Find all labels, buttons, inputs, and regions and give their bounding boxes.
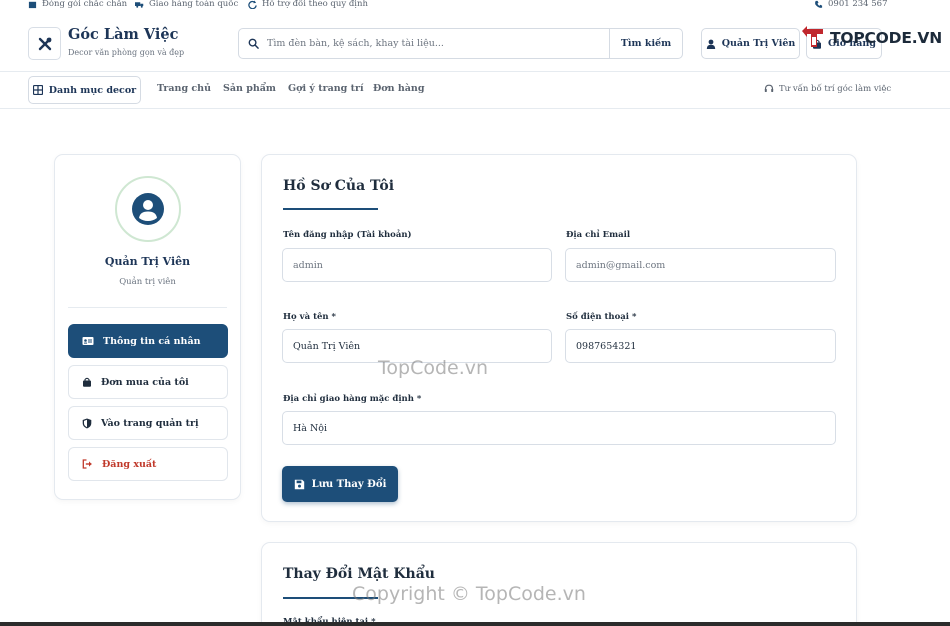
password-title-underline (283, 597, 378, 599)
top-info-bar: Đóng gói chắc chắn Giao hàng toàn quốc H… (0, 0, 950, 14)
save-icon (294, 479, 304, 489)
truck-icon (135, 1, 144, 8)
title-underline (283, 208, 378, 210)
category-menu-button[interactable]: Danh mục decor (28, 76, 141, 104)
sidebar-user-name: Quản Trị Viên (104, 255, 191, 268)
user-icon (706, 39, 715, 49)
logo-box[interactable] (28, 27, 61, 60)
save-changes-button[interactable]: Lưu Thay Đổi (282, 466, 398, 502)
account-button[interactable]: Quản Trị Viên (701, 28, 800, 59)
sidebar-divider (68, 307, 227, 308)
search-button[interactable]: Tìm kiếm (609, 29, 682, 58)
id-card-icon (82, 337, 94, 345)
bottom-edge (0, 622, 950, 626)
headset-icon (764, 84, 774, 92)
password-title: Thay Đổi Mật Khẩu (283, 566, 435, 582)
email-field[interactable] (565, 248, 836, 282)
fullname-field[interactable] (282, 329, 552, 363)
logout-icon (82, 459, 92, 469)
info-shipping: Giao hàng toàn quốc (135, 0, 238, 9)
sidebar-item-orders[interactable]: Đơn mua của tôi (68, 365, 228, 399)
address-field[interactable] (282, 411, 836, 445)
phone-field[interactable] (565, 329, 836, 363)
main-nav: Danh mục decor Trang chủ Sản phẩm Gợi ý … (0, 72, 950, 109)
change-password-card: Thay Đổi Mật Khẩu Mật khẩu hiện tại * (261, 542, 857, 626)
topcode-logo-icon (802, 26, 823, 47)
site-header: Góc Làm Việc Decor văn phòng gọn và đẹp … (0, 14, 950, 72)
search-input[interactable] (267, 29, 609, 58)
sidebar-item-logout[interactable]: Đăng xuất (68, 447, 228, 481)
user-circle-icon (132, 193, 164, 225)
grid-icon (32, 85, 43, 95)
nav-link-decor-ideas[interactable]: Gợi ý trang trí (288, 83, 364, 94)
search-icon (239, 29, 267, 58)
username-field[interactable] (282, 248, 552, 282)
refresh-icon (248, 0, 257, 9)
phone-icon (815, 0, 823, 8)
address-label: Địa chỉ giao hàng mặc định * (283, 394, 422, 404)
tools-icon (38, 37, 51, 50)
username-label: Tên đăng nhập (Tài khoản) (283, 230, 412, 240)
sidebar-item-profile[interactable]: Thông tin cá nhân (68, 324, 228, 358)
email-label: Địa chỉ Email (566, 230, 631, 240)
info-phone[interactable]: 0901 234 567 (814, 0, 887, 9)
info-exchange: Hỗ trợ đổi theo quy định (248, 0, 368, 9)
brand-tagline: Decor văn phòng gọn và đẹp (68, 48, 185, 57)
nav-link-products[interactable]: Sản phẩm (223, 83, 276, 94)
topcode-logo: TOPCODE.VN (801, 25, 942, 51)
profile-card: Hồ Sơ Của Tôi Tên đăng nhập (Tài khoản) … (261, 154, 857, 522)
search-bar: Tìm kiếm (238, 28, 683, 59)
shield-icon (82, 418, 92, 428)
shopping-bag-icon (83, 377, 91, 387)
consult-link[interactable]: Tư vấn bố trí góc làm việc (764, 84, 891, 94)
nav-link-orders[interactable]: Đơn hàng (373, 83, 424, 94)
brand-name[interactable]: Góc Làm Việc (68, 26, 178, 43)
account-sidebar: Quản Trị Viên Quản trị viên Thông tin cá… (54, 154, 241, 500)
sidebar-item-label: Đăng xuất (102, 458, 157, 470)
avatar (115, 176, 181, 242)
sidebar-user-role: Quản trị viên (119, 277, 176, 287)
box-icon (28, 1, 37, 8)
sidebar-item-label: Vào trang quản trị (101, 417, 199, 429)
nav-link-home[interactable]: Trang chủ (157, 83, 211, 94)
profile-title: Hồ Sơ Của Tôi (283, 178, 395, 194)
info-packaging: Đóng gói chắc chắn (28, 0, 127, 9)
sidebar-item-admin[interactable]: Vào trang quản trị (68, 406, 228, 440)
sidebar-item-label: Đơn mua của tôi (101, 376, 189, 388)
sidebar-item-label: Thông tin cá nhân (103, 335, 201, 347)
phone-label: Số điện thoại * (566, 312, 637, 322)
fullname-label: Họ và tên * (283, 312, 336, 322)
